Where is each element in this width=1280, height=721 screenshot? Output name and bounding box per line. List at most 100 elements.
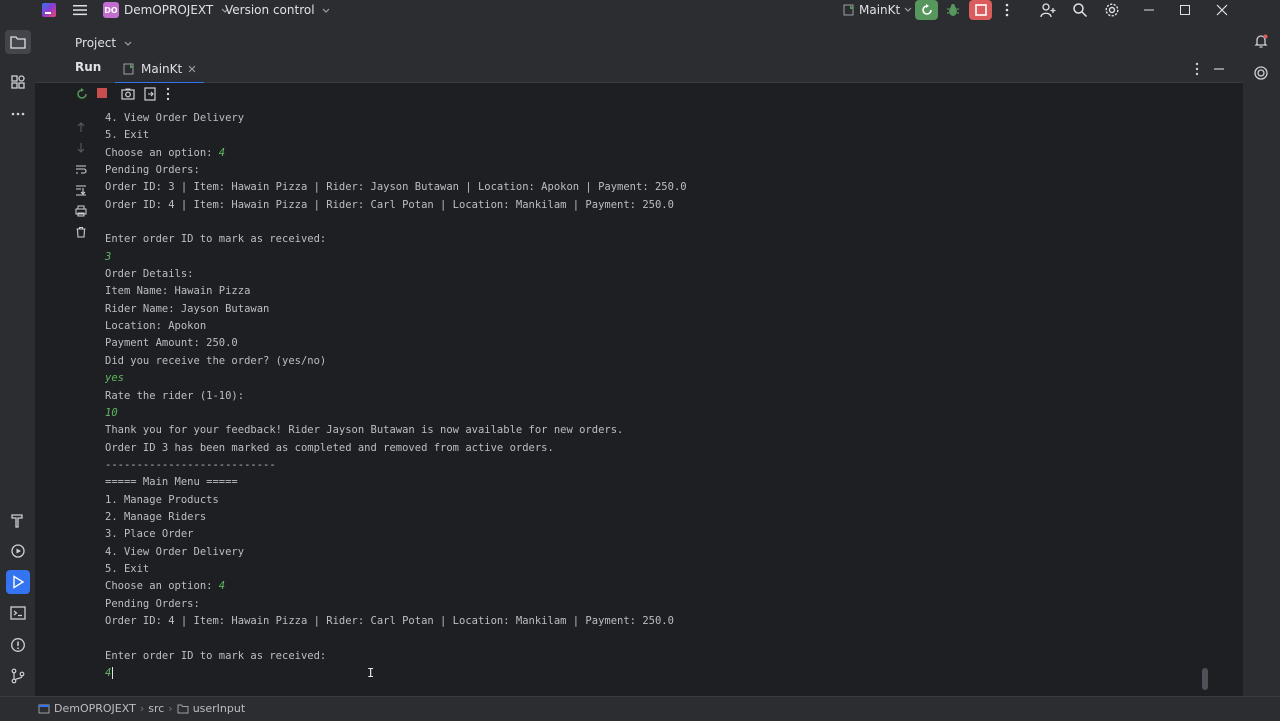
rerun-icon[interactable]	[75, 87, 89, 101]
console-line: Pending Orders:	[105, 162, 1205, 179]
breadcrumb-separator-icon: ›	[139, 702, 145, 715]
run-options-icon[interactable]	[1195, 62, 1199, 76]
services-icon	[10, 544, 25, 558]
breadcrumb-project[interactable]: DemOPROJEXT	[54, 702, 136, 715]
search-icon[interactable]	[1072, 2, 1088, 18]
console-line: 5. Exit	[105, 127, 1205, 144]
main-menu-icon[interactable]	[72, 3, 88, 17]
console-line: Order ID: 4 | Item: Hawain Pizza | Rider…	[105, 613, 1205, 630]
console-text: 5. Exit	[105, 129, 150, 142]
console-line: Choose an option: 4	[105, 145, 1205, 162]
console-user-input: yes	[105, 372, 124, 385]
stop-icon	[974, 4, 987, 16]
more-vertical-icon	[1005, 3, 1009, 17]
vertical-scrollbar[interactable]	[1202, 668, 1208, 690]
stop-button[interactable]	[969, 0, 992, 20]
console-line: yes	[105, 370, 1205, 387]
debug-button[interactable]	[945, 2, 961, 18]
build-tool-button[interactable]	[0, 506, 35, 534]
terminal-tool-button[interactable]	[0, 599, 35, 627]
intellij-logo-icon[interactable]	[42, 3, 56, 17]
project-badge[interactable]: DO	[103, 2, 119, 18]
structure-icon	[10, 75, 25, 89]
console-text: Thank you for your feedback! Rider Jayso…	[105, 424, 624, 437]
console-text: Pending Orders:	[105, 597, 200, 610]
run-tool-header: Run MainKt	[35, 56, 1243, 84]
console-text: Order ID 3 has been marked as completed …	[105, 441, 554, 454]
console-text: ===== Main Menu =====	[105, 476, 238, 489]
kotlin-file-icon	[843, 4, 855, 16]
stop-icon[interactable]	[96, 87, 108, 99]
kotlin-file-icon	[123, 63, 135, 75]
camera-snapshot-icon[interactable]	[121, 87, 135, 101]
console-output[interactable]: 4. View Order Delivery 5. Exit Choose an o…	[105, 110, 1205, 700]
console-text: ---------------------------	[105, 458, 276, 471]
notifications-bell-icon[interactable]	[1253, 33, 1269, 49]
scroll-to-end-icon[interactable]	[73, 179, 89, 200]
text-cursor	[112, 667, 114, 679]
run-config-name: MainKt	[859, 3, 901, 17]
console-line: Order ID 3 has been marked as completed …	[105, 440, 1205, 457]
add-user-icon[interactable]	[1040, 2, 1056, 18]
folder-icon	[177, 704, 189, 714]
console-user-input: 4	[218, 580, 226, 593]
hide-tool-window-icon[interactable]	[1213, 62, 1225, 76]
console-text: Payment Amount: 250.0	[105, 337, 238, 350]
title-bar: DO DemOPROJEXT Version control MainKt	[0, 0, 1280, 20]
git-tool-button[interactable]	[0, 662, 35, 690]
project-header: Project	[35, 20, 1243, 56]
rerun-button[interactable]	[915, 0, 938, 20]
tab-mainkt[interactable]: MainKt	[115, 56, 205, 84]
run-tool-button[interactable]	[0, 568, 35, 596]
console-line: 10	[105, 405, 1205, 422]
chevron-down-icon	[124, 41, 132, 47]
right-tool-strip	[1243, 20, 1280, 700]
scroll-down-icon[interactable]	[73, 137, 89, 158]
ai-assistant-icon[interactable]	[1253, 65, 1269, 81]
project-dropdown[interactable]: Project	[75, 36, 132, 50]
more-tools-button[interactable]	[0, 100, 35, 128]
console-text: Order Details:	[105, 268, 194, 281]
maximize-window-icon[interactable]	[1178, 2, 1192, 18]
more-vertical-icon[interactable]	[165, 87, 171, 101]
console-side-toolbar	[73, 116, 89, 242]
problems-tool-button[interactable]	[0, 631, 35, 659]
trash-icon[interactable]	[73, 221, 89, 242]
run-configuration-selector[interactable]: MainKt	[843, 3, 912, 17]
console-line: Order ID: 3 | Item: Hawain Pizza | Rider…	[105, 179, 1205, 196]
console-line: 4. View Order Delivery	[105, 110, 1205, 127]
run-toolbar	[35, 83, 1243, 107]
version-control-menu[interactable]: Version control	[225, 3, 330, 17]
close-window-icon[interactable]	[1215, 2, 1229, 18]
bug-icon	[947, 4, 959, 16]
project-label: Project	[75, 36, 117, 50]
console-text: Order ID: 3 | Item: Hawain Pizza | Rider…	[105, 181, 687, 194]
console-text: 2. Manage Riders	[105, 510, 207, 523]
close-tab-icon[interactable]	[188, 65, 196, 73]
more-actions-button[interactable]	[1000, 2, 1014, 18]
structure-tool-button[interactable]	[0, 68, 35, 96]
console-text: Enter order ID to mark as received:	[105, 233, 327, 246]
project-tool-button[interactable]	[0, 28, 35, 56]
print-icon[interactable]	[73, 200, 89, 221]
console-text: Location: Apokon	[105, 320, 207, 333]
exit-icon[interactable]	[143, 87, 157, 101]
breadcrumb-src[interactable]: src	[148, 702, 164, 715]
console-text: 4. View Order Delivery	[105, 112, 245, 124]
console-line: Rider Name: Jayson Butawan	[105, 301, 1205, 318]
project-selector[interactable]: DemOPROJEXT	[124, 3, 229, 17]
minimize-window-icon[interactable]	[1142, 2, 1156, 18]
console-line: Enter order ID to mark as received:	[105, 648, 1205, 665]
scroll-up-icon[interactable]	[73, 116, 89, 137]
console-line: Did you receive the order? (yes/no)	[105, 353, 1205, 370]
soft-wrap-icon[interactable]	[73, 158, 89, 179]
settings-gear-icon[interactable]	[1104, 2, 1120, 18]
services-tool-button[interactable]	[0, 537, 35, 565]
console-line: 4. View Order Delivery	[105, 544, 1205, 561]
run-label: Run	[75, 60, 102, 74]
terminal-icon	[9, 606, 26, 620]
hammer-icon	[10, 514, 23, 528]
breadcrumb-separator-icon: ›	[168, 702, 173, 715]
breadcrumb-file[interactable]: userInput	[193, 702, 245, 715]
